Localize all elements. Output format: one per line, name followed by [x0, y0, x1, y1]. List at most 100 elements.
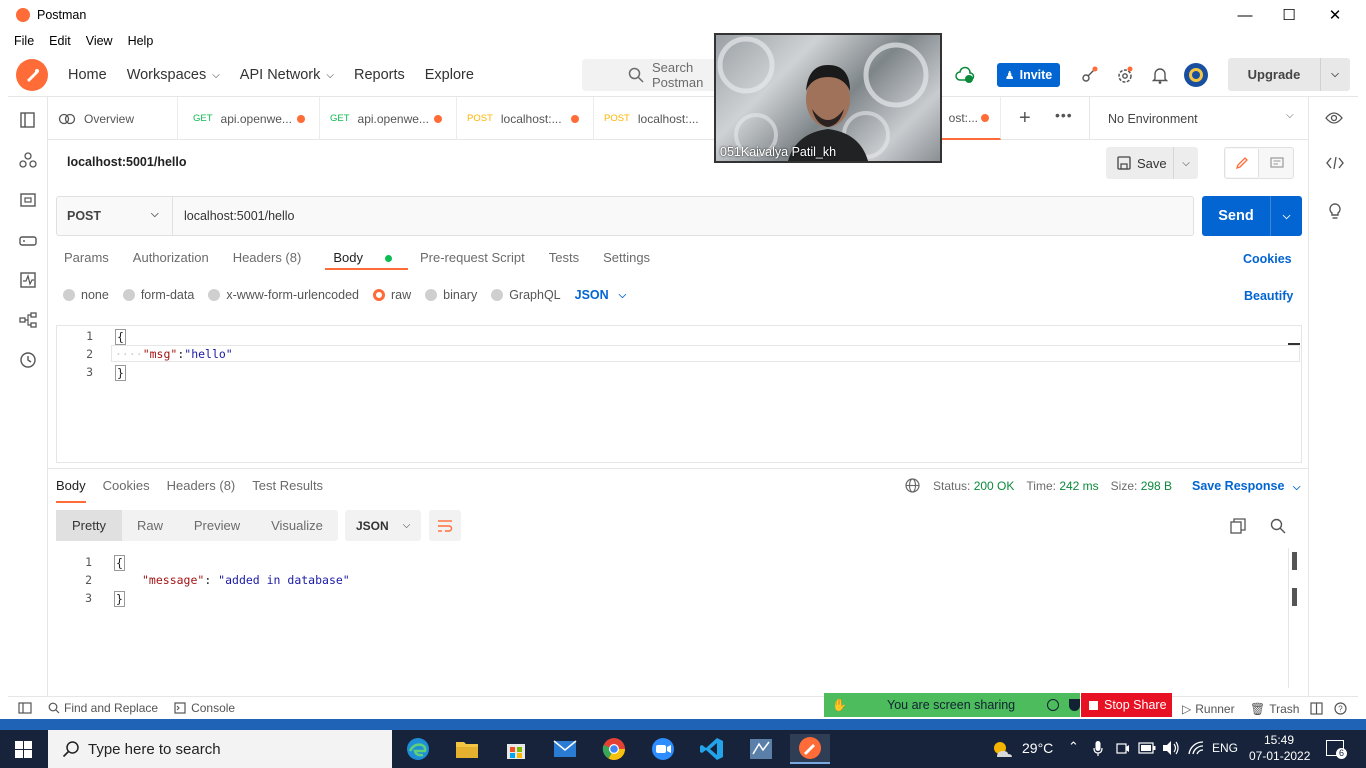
code-icon[interactable] — [1326, 156, 1344, 170]
menu-edit[interactable]: Edit — [49, 34, 71, 48]
tab-params[interactable]: Params — [64, 250, 109, 270]
postman-logo-icon[interactable] — [16, 59, 48, 91]
lightbulb-icon[interactable] — [1327, 202, 1343, 220]
language-indicator[interactable]: ENG — [1212, 741, 1238, 755]
edge-icon[interactable] — [398, 734, 438, 764]
maximize-button[interactable]: ☐ — [1266, 0, 1312, 30]
close-button[interactable]: ✕ — [1312, 0, 1358, 30]
chevron-up-icon[interactable]: ⌃ — [1068, 739, 1079, 755]
edit-mode-button[interactable] — [1226, 149, 1259, 177]
chrome-icon[interactable] — [594, 734, 634, 764]
radio[interactable] — [122, 289, 135, 301]
runner-button[interactable]: ▷ Runner — [1182, 702, 1235, 716]
copy-icon[interactable] — [1230, 518, 1246, 534]
gear-icon[interactable] — [1116, 66, 1134, 84]
new-tab-icon[interactable]: + — [1019, 107, 1031, 130]
help-icon[interactable]: ? — [1334, 702, 1347, 715]
notifications-icon[interactable]: 6 — [1326, 740, 1347, 759]
tab-authorization[interactable]: Authorization — [133, 250, 209, 270]
radio[interactable] — [425, 289, 438, 301]
url-input[interactable]: localhost:5001/hello — [173, 209, 295, 223]
battery-icon[interactable] — [1138, 742, 1156, 754]
mail-icon[interactable] — [545, 734, 585, 764]
tab-tests[interactable]: Tests — [549, 250, 579, 270]
tab-test-results[interactable]: Test Results — [252, 478, 323, 503]
weather-icon[interactable] — [991, 739, 1013, 759]
upgrade-button[interactable]: Upgrade ⌵ — [1228, 58, 1350, 91]
satellite-icon[interactable] — [1080, 66, 1098, 84]
monitors-icon[interactable] — [19, 271, 37, 289]
cloud-sync-icon[interactable] — [955, 65, 975, 85]
stop-share-button[interactable]: Stop Share — [1081, 693, 1172, 717]
find-replace-button[interactable]: Find and Replace — [64, 701, 158, 715]
windows-start-icon[interactable] — [15, 741, 32, 758]
scrollbar-thumb[interactable] — [1292, 588, 1297, 606]
mock-servers-icon[interactable] — [19, 231, 37, 249]
file-explorer-icon[interactable] — [447, 734, 487, 764]
search-icon[interactable] — [1270, 518, 1286, 534]
size-value[interactable]: 298 B — [1141, 479, 1172, 493]
console-button[interactable]: Console — [191, 701, 235, 715]
tab-body[interactable]: Body — [325, 250, 408, 270]
radio[interactable] — [208, 289, 221, 301]
body-type-graphql[interactable]: GraphQL — [491, 288, 561, 302]
body-type-form-data[interactable]: form-data — [122, 288, 194, 302]
tab-response-body[interactable]: Body — [56, 478, 86, 503]
drag-handle-icon[interactable]: ✋ — [832, 698, 847, 712]
response-body-viewer[interactable]: 1 { 2 "message": "added in database" 3 } — [56, 552, 1292, 692]
tab-response-cookies[interactable]: Cookies — [103, 478, 150, 503]
vscode-icon[interactable] — [692, 734, 732, 764]
nav-home[interactable]: Home — [68, 67, 107, 83]
body-format-select[interactable]: JSON ⌵ — [575, 288, 627, 302]
request-title[interactable]: localhost:5001/hello — [67, 155, 186, 169]
history-icon[interactable] — [19, 351, 37, 369]
clock-date[interactable]: 07-01-2022 — [1249, 749, 1310, 763]
bell-icon[interactable] — [1152, 66, 1168, 84]
response-format-select[interactable]: JSON ⌵ — [345, 510, 421, 541]
chevron-down-icon[interactable]: ⌵ — [1271, 211, 1302, 222]
cookies-link[interactable]: Cookies — [1243, 252, 1292, 266]
tab-request[interactable]: GET api.openwe... — [320, 97, 457, 140]
environments-icon[interactable] — [19, 191, 37, 209]
body-type-binary[interactable]: binary — [425, 288, 477, 302]
tab-overview[interactable]: Overview — [48, 97, 178, 140]
send-button[interactable]: Send ⌵ — [1202, 196, 1302, 236]
menu-help[interactable]: Help — [128, 34, 154, 48]
trash-button[interactable]: 🗑 Trash — [1250, 702, 1299, 716]
eye-icon[interactable] — [1325, 111, 1343, 125]
chevron-down-icon[interactable]: ⌵ — [1174, 158, 1198, 169]
search-input[interactable]: Search Postman — [582, 59, 722, 91]
radio[interactable] — [491, 289, 504, 301]
tab-pre-request-script[interactable]: Pre-request Script — [420, 250, 525, 270]
view-preview[interactable]: Preview — [178, 510, 256, 541]
nav-api-network[interactable]: API Network ⌵ — [240, 67, 334, 83]
save-response-button[interactable]: Save Response ⌵ — [1192, 479, 1301, 493]
flows-icon[interactable] — [19, 311, 37, 329]
nav-explore[interactable]: Explore — [425, 67, 474, 83]
tab-request[interactable]: POST localhost:... — [594, 97, 731, 140]
environment-selector[interactable]: No Environment ⌵ — [1089, 97, 1307, 140]
request-body-editor[interactable]: 1 { 2 ····"msg":"hello" 3 } — [56, 325, 1302, 463]
store-icon[interactable] — [496, 734, 536, 764]
microphone-icon[interactable] — [1093, 740, 1103, 757]
volume-icon[interactable] — [1162, 740, 1180, 756]
info-icon[interactable] — [1047, 699, 1060, 711]
method-select[interactable]: POST ⌵ — [57, 197, 173, 235]
meet-now-icon[interactable] — [1116, 741, 1130, 756]
body-type-none[interactable]: none — [63, 288, 109, 302]
layout-icon[interactable] — [1310, 702, 1323, 715]
tab-request[interactable]: POST localhost:... — [457, 97, 594, 140]
collections-icon[interactable] — [19, 111, 37, 129]
avatar[interactable] — [1183, 62, 1209, 88]
postman-taskbar-icon[interactable] — [790, 734, 830, 764]
radio[interactable] — [63, 289, 75, 301]
status-value[interactable]: 200 OK — [974, 479, 1015, 493]
menu-file[interactable]: File — [14, 34, 34, 48]
sidebar-toggle-icon[interactable] — [18, 702, 32, 714]
scrollbar-thumb[interactable] — [1292, 552, 1297, 570]
view-pretty[interactable]: Pretty — [56, 510, 122, 541]
menu-view[interactable]: View — [86, 34, 113, 48]
wifi-icon[interactable] — [1187, 740, 1205, 756]
globe-icon[interactable] — [905, 478, 920, 493]
comments-button[interactable] — [1261, 149, 1293, 177]
